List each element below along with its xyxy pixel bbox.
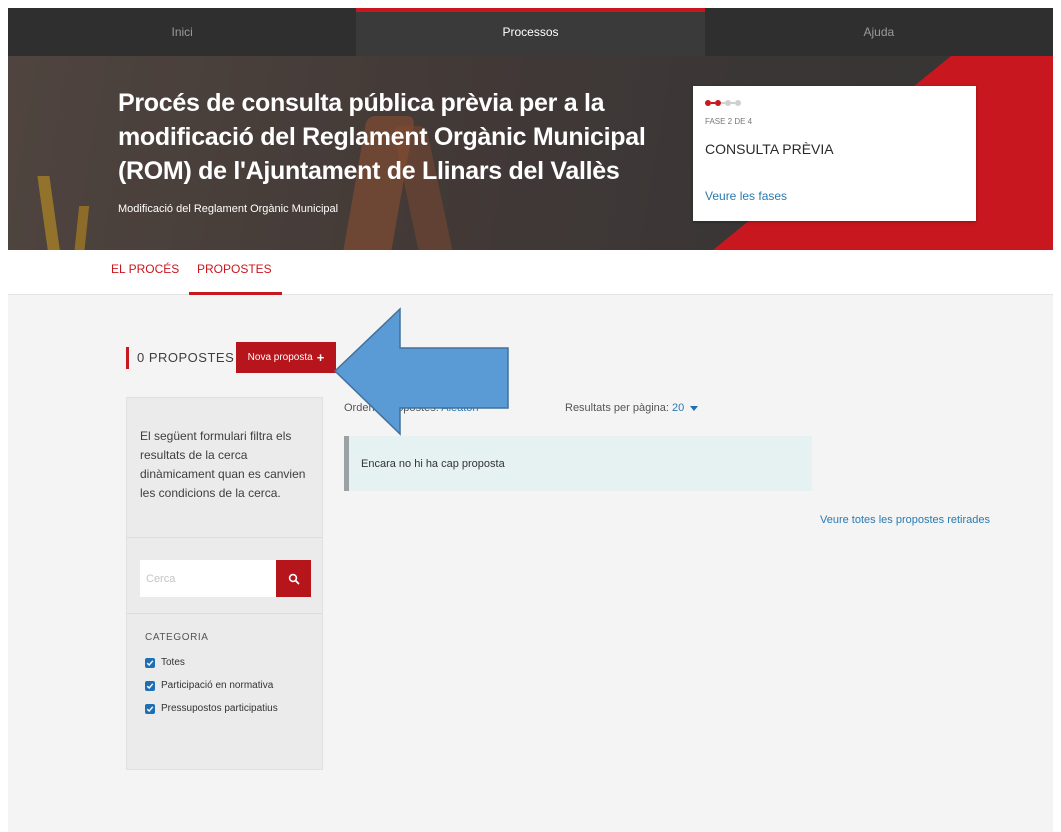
category-option-totes[interactable]: Totes bbox=[145, 657, 185, 668]
per-page-control[interactable]: Resultats per pàgina: 20 bbox=[565, 402, 699, 414]
search-input[interactable] bbox=[140, 560, 276, 597]
tab-el-proces[interactable]: EL PROCÉS bbox=[111, 262, 179, 276]
divider bbox=[127, 537, 322, 538]
category-option-pressupostos[interactable]: Pressupostos participatius bbox=[145, 703, 278, 714]
phase-step-label: FASE 2 DE 4 bbox=[705, 117, 753, 126]
top-nav: Inici Processos Ajuda bbox=[8, 8, 1053, 56]
category-option-label: Pressupostos participatius bbox=[161, 703, 278, 714]
new-proposal-button[interactable]: Nova proposta + bbox=[236, 342, 336, 373]
nav-item-processos[interactable]: Processos bbox=[356, 8, 705, 56]
checkbox-checked-icon[interactable] bbox=[145, 703, 155, 714]
process-tabs: EL PROCÉS PROPOSTES bbox=[8, 250, 1053, 295]
divider bbox=[127, 613, 322, 614]
checkbox-checked-icon[interactable] bbox=[145, 680, 155, 691]
checkbox-checked-icon[interactable] bbox=[145, 657, 155, 668]
nav-item-ajuda[interactable]: Ajuda bbox=[705, 8, 1053, 56]
withdrawn-proposals-link[interactable]: Veure totes les propostes retirades bbox=[820, 514, 990, 526]
empty-proposals-callout: Encara no hi ha cap proposta bbox=[344, 436, 812, 491]
view-phases-link[interactable]: Veure les fases bbox=[705, 189, 787, 203]
new-proposal-label: Nova proposta bbox=[247, 352, 313, 363]
category-label: CATEGORIA bbox=[145, 632, 209, 643]
category-option-normativa[interactable]: Participació en normativa bbox=[145, 680, 273, 691]
per-page-value[interactable]: 20 bbox=[672, 402, 684, 414]
phase-name: CONSULTA PRÈVIA bbox=[705, 141, 834, 157]
caret-down-icon[interactable] bbox=[690, 405, 699, 411]
filter-sidebar: El següent formulari filtra els resultat… bbox=[126, 397, 323, 770]
process-subtitle: Modificació del Reglament Orgànic Munici… bbox=[118, 203, 339, 215]
filter-description: El següent formulari filtra els resultat… bbox=[140, 429, 306, 500]
per-page-label: Resultats per pàgina: bbox=[565, 402, 669, 414]
phase-progress-indicator bbox=[705, 100, 741, 106]
pointer-arrow-icon bbox=[333, 307, 509, 436]
count-accent-bar bbox=[126, 347, 129, 369]
nav-item-inici[interactable]: Inici bbox=[8, 8, 356, 56]
category-option-label: Participació en normativa bbox=[161, 680, 274, 691]
plus-icon: + bbox=[316, 350, 325, 365]
search-icon bbox=[288, 573, 299, 584]
empty-message: Encara no hi ha cap proposta bbox=[361, 457, 505, 470]
category-option-label: Totes bbox=[161, 657, 185, 668]
proposals-count: 0 PROPOSTES bbox=[137, 350, 235, 365]
phase-card: FASE 2 DE 4 CONSULTA PRÈVIA Veure les fa… bbox=[693, 86, 976, 221]
process-title: Procés de consulta pública prèvia per a … bbox=[118, 89, 646, 185]
search-button[interactable] bbox=[276, 560, 311, 597]
tab-propostes[interactable]: PROPOSTES bbox=[189, 262, 282, 295]
